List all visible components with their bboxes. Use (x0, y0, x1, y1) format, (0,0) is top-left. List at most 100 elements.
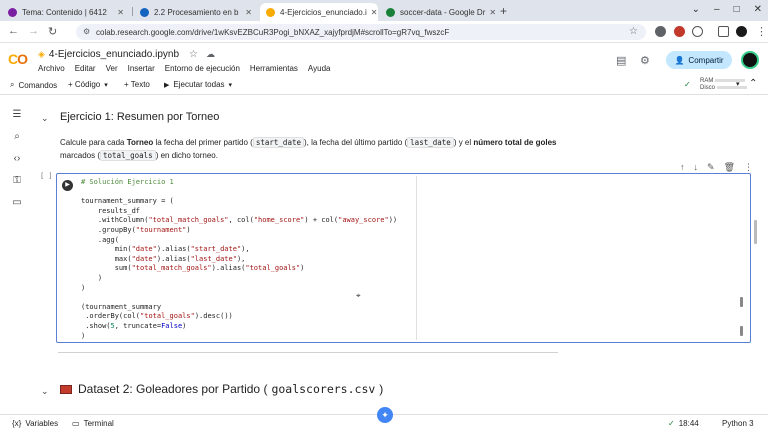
close-window-icon[interactable]: ✕ (754, 4, 762, 15)
minimize-icon[interactable]: – (714, 4, 720, 15)
star-icon[interactable]: ☆ (189, 49, 198, 60)
code-line: (tournament_summary (81, 302, 162, 311)
back-icon[interactable]: ← (8, 25, 19, 37)
menu-editar[interactable]: Editar (75, 64, 96, 73)
move-up-icon[interactable]: ↑ (680, 162, 685, 173)
desc-text: ) y el (453, 138, 474, 147)
move-down-icon[interactable]: ↓ (694, 162, 699, 173)
browser-tab-4[interactable]: soccer-data - Google Dr ✕ (380, 3, 498, 21)
code-line: ) (81, 273, 103, 282)
desc-text: la fecha del primer partido ( (153, 138, 253, 147)
braces-icon: {x} (12, 419, 22, 428)
site-favicon-icon (8, 7, 17, 17)
collapse-section-icon[interactable]: ⌄ (41, 113, 49, 124)
colab-logo-icon[interactable]: CO (8, 51, 28, 67)
code-snippets-icon[interactable]: ‹› (11, 153, 23, 165)
ram-label: RAM (700, 78, 714, 84)
menu-ver[interactable]: Ver (106, 64, 118, 73)
section-divider (58, 352, 558, 353)
terminal-button[interactable]: ▭ Terminal (72, 419, 114, 428)
variables-button[interactable]: {x} Variables (12, 419, 58, 428)
browser-tab-1[interactable]: Tema: Contenido | 6412 ✕ (2, 3, 130, 21)
comments-icon[interactable]: ▤ (616, 54, 626, 67)
cell-toolbar: ↑ ↓ ✎ 🗑 ⋮ (680, 162, 753, 173)
table-of-contents-icon[interactable]: ☰ (11, 109, 23, 121)
success-check-icon: ✓ (668, 419, 675, 428)
code-line: sum("total_match_goals").alias("total_go… (81, 264, 305, 273)
bookmark-star-icon[interactable]: ☆ (629, 26, 638, 37)
menu-archivo[interactable]: Archivo (38, 64, 65, 73)
browser-tab-2[interactable]: 2.2 Procesamiento en b ✕ (134, 3, 258, 21)
tab-search-icon[interactable]: ⌄ (692, 4, 700, 15)
add-text-button[interactable]: + Texto (124, 80, 150, 89)
url-field[interactable]: ⚙ colab.research.google.com/drive/1wKsvE… (76, 24, 646, 40)
menu-insertar[interactable]: Insertar (128, 64, 155, 73)
menu-bar: Archivo Editar Ver Insertar Entorno de e… (38, 64, 330, 73)
page-scrollbar[interactable] (754, 220, 757, 244)
desc-text: ) en dicho torneo. (155, 151, 218, 160)
close-tab-icon[interactable]: ✕ (485, 8, 496, 17)
code-text[interactable]: # Solución Ejercicio 1 tournament_summar… (81, 178, 397, 341)
drive-favicon-icon (386, 7, 395, 17)
secrets-key-icon[interactable]: ⚿ (11, 175, 23, 187)
ram-bar (715, 78, 746, 82)
browser-tab-active[interactable]: 4-Ejercicios_enunciado.i ✕ (260, 3, 378, 21)
gemini-icon[interactable]: ✦ (377, 407, 393, 423)
extension-icon[interactable] (674, 26, 685, 37)
forward-icon[interactable]: → (28, 25, 39, 37)
code-line: results_df (81, 206, 141, 215)
desc-bold-total: número total de goles (473, 138, 557, 147)
drive-file-icon: ◈ (38, 49, 45, 59)
browser-menu-icon[interactable]: ⋮ (756, 25, 767, 38)
add-code-button[interactable]: + Código ▾ (68, 80, 108, 89)
play-icon: ▶ (164, 81, 170, 89)
collapse-section-icon[interactable]: ⌄ (41, 386, 49, 397)
code-line: ) (81, 283, 86, 292)
run-all-button[interactable]: ▶ Ejecutar todas ▾ (164, 80, 232, 89)
settings-gear-icon[interactable]: ⚙ (640, 54, 650, 67)
desc-text: ), la fecha del último partido ( (304, 138, 408, 147)
reload-icon[interactable]: ↻ (48, 25, 57, 38)
close-tab-icon[interactable]: ✕ (241, 8, 252, 17)
address-bar-row: ← → ↻ ⚙ colab.research.google.com/drive/… (0, 21, 768, 43)
close-tab-icon[interactable]: ✕ (113, 8, 124, 17)
chevron-down-icon[interactable]: ▾ (736, 80, 740, 88)
editor-scrollbar[interactable] (740, 326, 743, 336)
share-button[interactable]: 👤 Compartir (666, 51, 732, 69)
editor-scrollbar[interactable] (740, 297, 743, 307)
find-replace-icon[interactable]: ⌕ (11, 131, 23, 143)
code-line: max("date").alias("last_date"), (81, 254, 246, 263)
site-info-icon[interactable]: ⚙ (83, 27, 90, 36)
collapse-toolbar-icon[interactable]: ⌃ (749, 78, 757, 89)
close-tab-icon[interactable]: ✕ (367, 8, 378, 17)
kernel-status[interactable]: Python 3 (722, 419, 754, 428)
dataset-title-end: ) (379, 382, 384, 396)
code-editor[interactable]: # Solución Ejercicio 1 tournament_summar… (73, 176, 417, 340)
menu-ayuda[interactable]: Ayuda (308, 64, 331, 73)
commands-button[interactable]: ⌕ Comandos (10, 80, 57, 90)
download-icon[interactable] (718, 26, 729, 37)
chevron-down-icon: ▾ (104, 81, 108, 89)
code-line: .agg( (81, 235, 119, 244)
exec-status[interactable]: ✓ 18:44 (668, 419, 699, 428)
search-icon: ⌕ (10, 80, 15, 89)
run-cell-button[interactable]: ▶ (62, 180, 73, 191)
delete-cell-icon[interactable]: 🗑 (724, 162, 735, 173)
new-tab-button[interactable]: + (500, 4, 507, 18)
extension-shield-icon[interactable] (655, 26, 666, 37)
maximize-icon[interactable]: □ (734, 4, 740, 15)
notebook-title[interactable]: 4-Ejercicios_enunciado.ipynb (49, 49, 179, 60)
menu-herramientas[interactable]: Herramientas (250, 64, 298, 73)
more-options-icon[interactable]: ⋮ (744, 162, 753, 173)
cloud-icon[interactable]: ☁ (206, 49, 215, 60)
profile-icon[interactable] (736, 26, 747, 37)
files-folder-icon[interactable]: ▭ (11, 197, 23, 209)
run-all-label: Ejecutar todas (173, 80, 225, 89)
extension-box-icon[interactable] (692, 26, 703, 37)
code-cell[interactable]: ▶ # Solución Ejercicio 1 tournament_summ… (56, 173, 751, 343)
menu-entorno[interactable]: Entorno de ejecución (165, 64, 240, 73)
add-text-label: + Texto (124, 80, 150, 89)
user-avatar[interactable] (741, 51, 759, 69)
edit-cell-icon[interactable]: ✎ (707, 162, 715, 173)
